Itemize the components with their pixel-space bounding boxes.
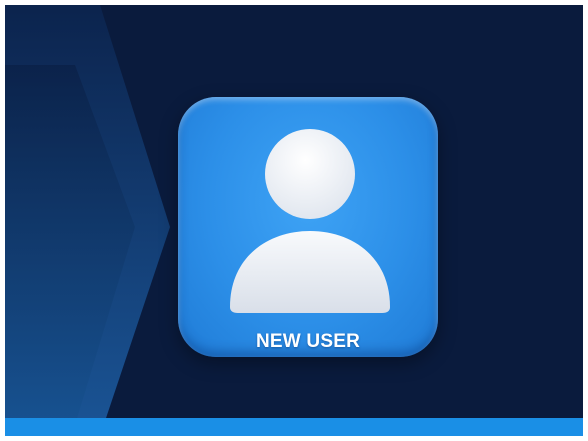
screenshot-frame: NEW USER xyxy=(0,0,588,441)
bottom-accent-bar xyxy=(5,418,583,436)
tile-label: NEW USER xyxy=(256,331,360,352)
splash-canvas: NEW USER xyxy=(5,5,583,436)
user-icon xyxy=(230,129,390,313)
new-user-app-tile[interactable]: NEW USER xyxy=(178,97,438,357)
